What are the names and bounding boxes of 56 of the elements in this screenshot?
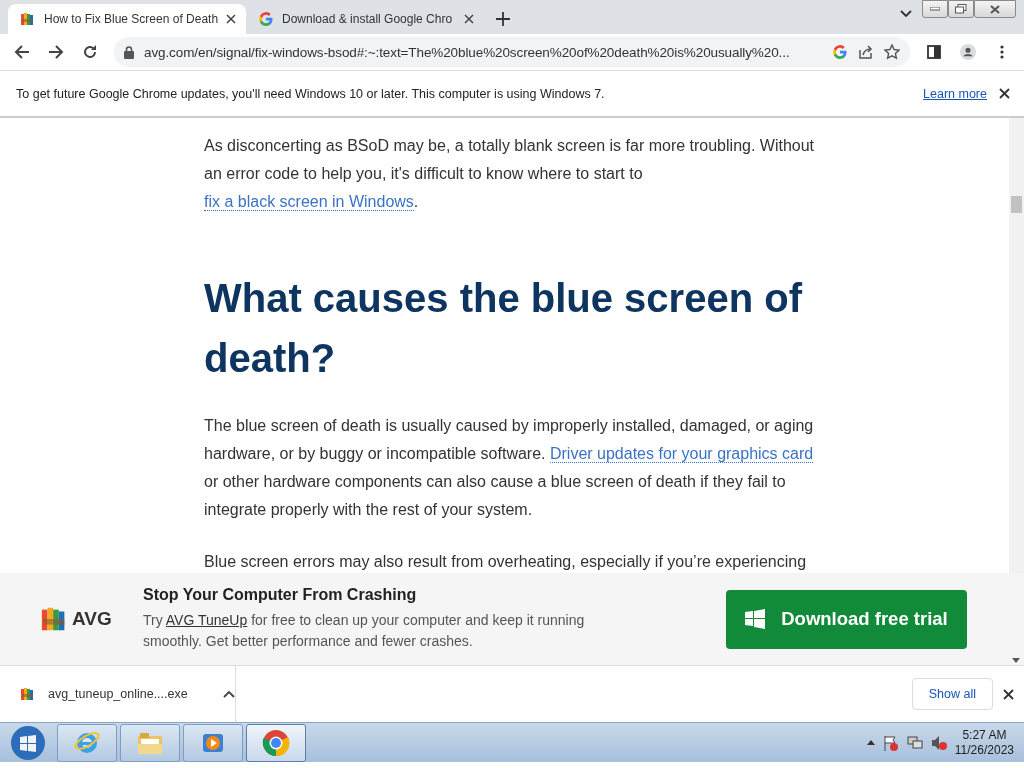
clock-date: 11/26/2023 — [954, 742, 1014, 758]
taskbar-app[interactable] — [246, 723, 306, 762]
learn-more-link[interactable]: Learn more — [923, 86, 987, 101]
forward-arrow-icon — [48, 44, 64, 60]
clock-time: 5:27 AM — [961, 727, 1008, 743]
scrollbar[interactable] — [1009, 118, 1024, 573]
scroll-down-icon[interactable] — [1012, 658, 1020, 663]
windows-logo-icon — [745, 609, 766, 629]
share-icon[interactable] — [858, 44, 874, 60]
brand-name: AVG — [72, 608, 112, 630]
browser-tab[interactable]: How to Fix Blue Screen of Death — [8, 4, 246, 34]
close-icon[interactable] — [1003, 688, 1014, 700]
close-window-button[interactable] — [974, 0, 1016, 18]
text-link[interactable]: fix a black screen in Windows — [204, 193, 414, 211]
text-link[interactable]: AVG TuneUp — [165, 612, 248, 628]
minimize-icon — [930, 7, 940, 11]
minimize-button[interactable] — [922, 0, 948, 18]
speaker-muted-icon[interactable] — [930, 734, 947, 751]
lock-icon — [124, 45, 134, 59]
show-all-button[interactable]: Show all — [911, 678, 993, 710]
browser-tab[interactable]: Download & install Google Chro — [246, 4, 484, 34]
banner-title: Stop Your Computer From Crashing — [143, 586, 418, 604]
new-tab-icon[interactable] — [496, 12, 510, 26]
reload-icon — [82, 44, 98, 60]
google-icon — [832, 44, 848, 60]
taskbar-app[interactable] — [183, 723, 243, 762]
text-link[interactable]: Driver updates for your graphics card — [549, 445, 814, 463]
tab-search-icon[interactable] — [900, 10, 912, 18]
article-heading: What causes the blue screen of death? — [204, 275, 804, 382]
close-icon — [990, 4, 1000, 14]
close-icon[interactable] — [464, 14, 474, 24]
infobar-message: To get future Google Chrome updates, you'll need Windows 10 or later. This computer is using Windows 7. — [16, 86, 606, 101]
caret-icon[interactable] — [223, 690, 235, 698]
google-icon — [258, 11, 274, 27]
article-paragraph: As disconcerting as BSoD may be, a totally blank screen is far more troubling. Without an error code to help you, it's difficult to know where to start to fix a black screen in Windows. — [204, 136, 816, 213]
tray-arrow-icon[interactable] — [866, 740, 875, 745]
menu-icon — [1000, 45, 1004, 59]
avg-logo-icon — [20, 11, 36, 27]
taskbar-app[interactable] — [120, 723, 180, 762]
article-paragraph: The blue screen of death is usually caused by improperly installed, damaged, or aging hardware, or by buggy or incompatible software. Driver updates for your graphics card or other hardware components can also cause a blue screen of death if they fail to integrate properly with the rest of your system. — [204, 416, 815, 520]
maximize-button[interactable] — [948, 0, 974, 18]
file-icon — [20, 686, 36, 702]
flag-icon[interactable] — [882, 734, 899, 751]
network-icon[interactable] — [906, 734, 923, 751]
close-icon[interactable] — [999, 88, 1010, 99]
chrome-icon — [261, 727, 291, 758]
person-icon — [960, 41, 976, 63]
address-bar[interactable]: avg.com/en/signal/fix-windows-bsod#:~:text=The%20blue%20screen%20of%20death%20is%20usually%20... — [114, 37, 910, 67]
banner-text: Try AVG TuneUp for free to clean up your computer and keep it running smoothly. Get better performance and fewer crashes. — [143, 611, 586, 651]
star-icon[interactable] — [884, 44, 900, 60]
download-button[interactable]: Download free trial — [726, 589, 967, 649]
restore-icon — [955, 4, 967, 14]
close-icon[interactable] — [226, 14, 236, 24]
article-paragraph: Blue screen errors may also result from overheating, especially if you’re experiencing — [204, 552, 808, 572]
side-panel-icon — [927, 45, 941, 59]
back-arrow-icon — [14, 44, 30, 60]
